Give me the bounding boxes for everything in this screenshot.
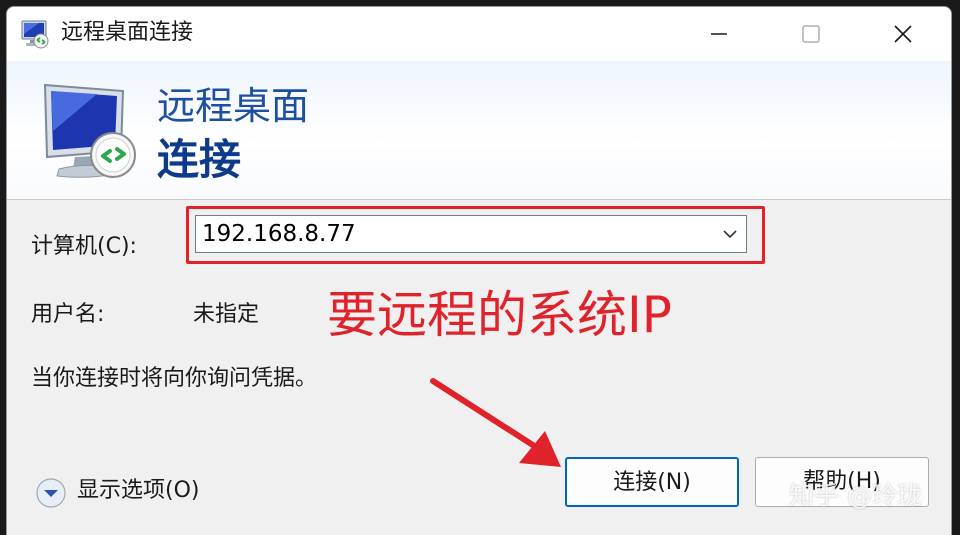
watermark: 知乎 @玲珑 <box>789 481 922 510</box>
minimize-button[interactable] <box>673 7 765 61</box>
show-options-label[interactable]: 显示选项(O) <box>77 477 199 505</box>
annotation-arrow <box>430 378 561 467</box>
connect-button[interactable]: 连接(N) <box>565 457 739 507</box>
close-button[interactable] <box>857 7 949 61</box>
annotation-text: 要远程的系统IP <box>327 286 672 344</box>
banner: 远程桌面 连接 <box>7 61 951 200</box>
username-value: 未指定 <box>193 302 260 327</box>
maximize-button[interactable] <box>765 7 857 61</box>
banner-subtitle: 连接 <box>157 135 242 184</box>
monitor-icon <box>43 83 136 178</box>
remote-desktop-window: 远程桌面连接 远程桌面 连接 计算机(C): 192.168.8.77 用户名:… <box>6 6 952 535</box>
annotation-highlight-box <box>186 206 765 264</box>
close-icon <box>894 25 912 43</box>
remote-desktop-icon <box>21 20 49 49</box>
credentials-note: 当你连接时将向你询问凭据。 <box>31 366 318 391</box>
minimize-icon <box>711 33 727 35</box>
maximize-icon <box>802 25 820 43</box>
computer-label: 计算机(C): <box>31 234 137 259</box>
chevron-down-circle-icon[interactable] <box>35 477 67 509</box>
window-title: 远程桌面连接 <box>61 20 194 45</box>
title-bar[interactable]: 远程桌面连接 <box>7 7 951 61</box>
username-label: 用户名: <box>31 302 105 327</box>
banner-title: 远程桌面 <box>157 84 310 128</box>
